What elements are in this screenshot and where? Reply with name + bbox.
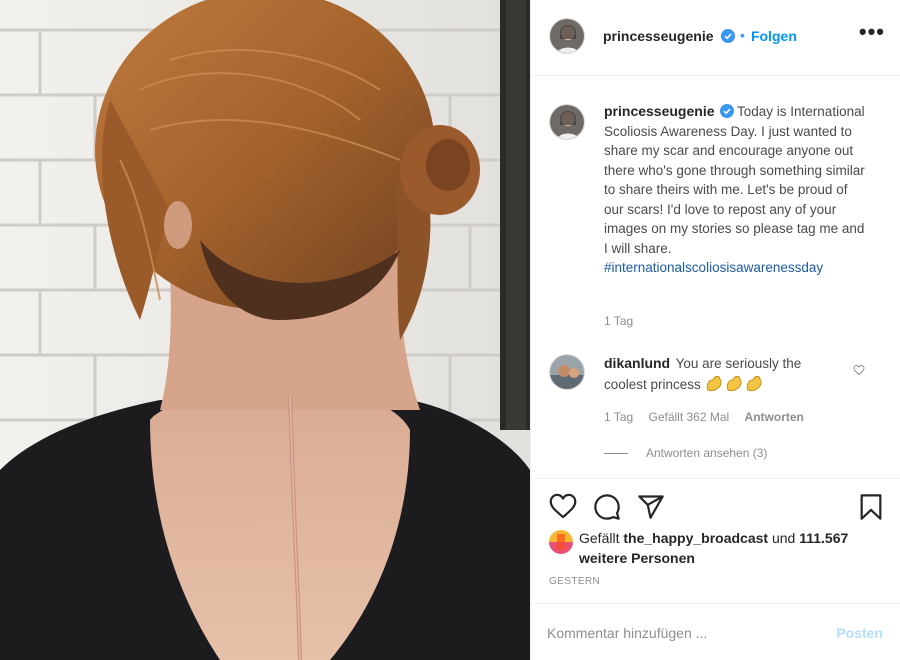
hashtag-link[interactable]: #internationalscoliosisawarenessday: [604, 260, 823, 275]
likes-connector: und: [771, 530, 796, 546]
add-comment-bar: Posten: [531, 603, 900, 660]
flexed-biceps-emoji: [705, 374, 765, 398]
comment-username[interactable]: dikanlund: [604, 355, 670, 371]
caption-username[interactable]: princesseugenie: [604, 103, 715, 119]
share-icon[interactable]: [637, 493, 665, 521]
comment-input[interactable]: [547, 620, 807, 646]
divider: [604, 453, 628, 454]
verified-badge-icon: [721, 29, 735, 43]
view-replies-button[interactable]: Antworten ansehen (3): [604, 446, 767, 460]
liker-username[interactable]: the_happy_broadcast: [623, 530, 768, 546]
avatar[interactable]: [549, 18, 585, 54]
comment-text: dikanlund You are seriously the coolest …: [604, 354, 844, 397]
reply-button[interactable]: Antworten: [745, 410, 804, 424]
verified-badge-icon: [719, 104, 734, 118]
avatar[interactable]: [549, 354, 585, 390]
likes-prefix: Gefällt: [579, 530, 620, 546]
heart-icon[interactable]: [549, 493, 577, 519]
separator-dot: •: [740, 27, 745, 43]
likes-text: Gefällt the_happy_broadcast und 111.567 …: [579, 528, 879, 568]
more-options-icon[interactable]: •••: [859, 21, 885, 43]
comment-like-count[interactable]: Gefällt 362 Mal: [648, 410, 729, 424]
action-bar: [531, 478, 900, 534]
comment-meta: 1 Tag Gefällt 362 Mal Antworten: [604, 410, 816, 424]
small-heart-icon[interactable]: [853, 364, 865, 376]
profile-picture-icon: [550, 105, 584, 139]
view-replies-label: Antworten ansehen (3): [646, 446, 768, 460]
comment-timestamp: 1 Tag: [604, 410, 634, 424]
header-username[interactable]: princesseugenie: [603, 28, 714, 44]
bookmark-icon[interactable]: [859, 493, 883, 521]
liker-avatar-icon: [549, 530, 573, 554]
profile-picture-icon: [550, 19, 584, 53]
caption-body: Today is International Scoliosis Awarene…: [604, 104, 865, 256]
follow-button[interactable]: Folgen: [751, 28, 797, 44]
post-image: [0, 0, 530, 660]
post-photo[interactable]: [0, 0, 530, 660]
post-date: GESTERN: [549, 576, 601, 587]
caption-text: princesseugenie Today is International S…: [604, 102, 866, 278]
liker-avatar[interactable]: [549, 530, 573, 554]
post-side-panel: princesseugenie • Folgen ••• princesseug…: [530, 0, 900, 660]
profile-picture-icon: [550, 355, 584, 389]
post-button[interactable]: Posten: [836, 625, 883, 641]
caption-timestamp: 1 Tag: [604, 314, 634, 328]
avatar[interactable]: [549, 104, 585, 140]
comment-icon[interactable]: [593, 493, 621, 521]
post-header: princesseugenie • Folgen •••: [531, 0, 900, 76]
